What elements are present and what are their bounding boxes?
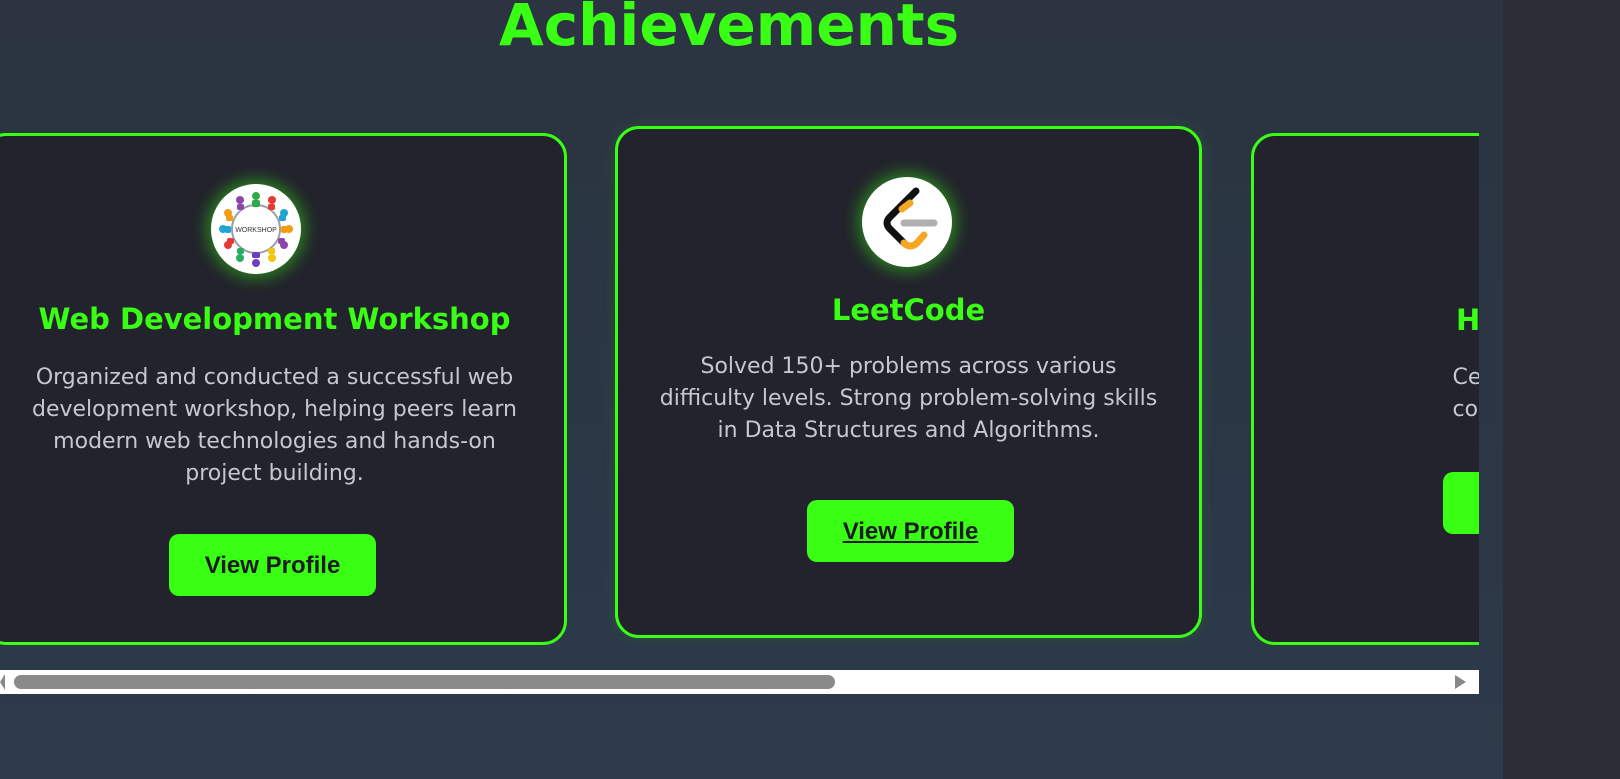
view-profile-button[interactable]: View Profile [807, 500, 1014, 562]
window-right-gutter [1503, 0, 1620, 779]
achievement-card-leetcode: LeetCode Solved 150+ problems across var… [615, 126, 1202, 638]
scroll-left-arrow-icon[interactable] [0, 674, 5, 690]
workshop-logo-text: WORKSHOP [235, 227, 277, 234]
card-description: Certified in Java coding challeng [1452, 365, 1480, 422]
view-profile-button[interactable]: V [1443, 472, 1479, 534]
achievements-carousel[interactable]: WORKSHOP Web Development Workshop Organi… [0, 110, 1479, 650]
view-profile-button[interactable]: View Profile [169, 534, 376, 596]
card-description: Solved 150+ problems across various diff… [659, 354, 1158, 443]
horizontal-scrollbar[interactable] [0, 670, 1479, 694]
scrollbar-thumb[interactable] [14, 675, 835, 689]
leetcode-logo-icon [862, 177, 952, 267]
section-title: Achievements [498, 0, 960, 59]
card-description: Organized and conducted a successful web… [31, 365, 517, 486]
card-title: Web Development Workshop [38, 302, 511, 336]
achievement-card-workshop: WORKSHOP Web Development Workshop Organi… [0, 133, 567, 645]
workshop-logo-icon: WORKSHOP [211, 184, 301, 274]
card-title: LeetCode [831, 293, 986, 327]
card-title: H [1456, 303, 1479, 337]
scroll-right-arrow-icon[interactable] [1455, 675, 1466, 689]
achievement-card-partial: H Certified in Java coding challeng V [1251, 133, 1479, 645]
